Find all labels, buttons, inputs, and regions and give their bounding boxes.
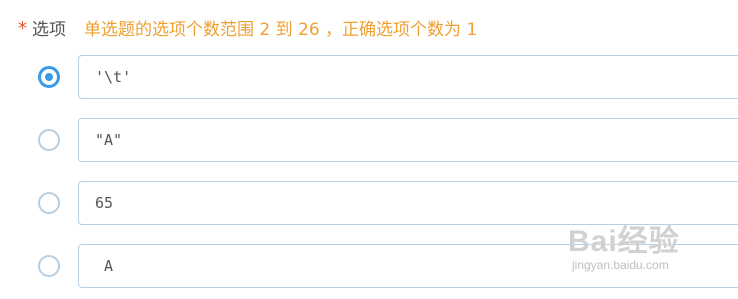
option-row-2: "A" <box>0 118 738 162</box>
option-radio-3[interactable] <box>38 192 60 214</box>
option-radio-2[interactable] <box>38 129 60 151</box>
option-input-2[interactable]: "A" <box>78 118 738 162</box>
option-input-4[interactable]: A <box>78 244 738 288</box>
option-row-4: A <box>0 244 738 288</box>
option-radio-1[interactable] <box>38 66 60 88</box>
option-radio-4[interactable] <box>38 255 60 277</box>
options-hint: 单选题的选项个数范围 2 到 26 ，正确选项个数为 1 <box>84 19 478 40</box>
required-mark: * <box>18 17 27 39</box>
option-row-3: 65 <box>0 181 738 225</box>
option-row-1: '\t' <box>0 55 738 99</box>
options-editor: * 选项 单选题的选项个数范围 2 到 26 ，正确选项个数为 1 '\t' "… <box>0 0 738 299</box>
options-header: * 选项 单选题的选项个数范围 2 到 26 ，正确选项个数为 1 <box>18 13 477 41</box>
radio-dot-icon <box>45 73 53 81</box>
option-input-3[interactable]: 65 <box>78 181 738 225</box>
option-input-1[interactable]: '\t' <box>78 55 738 99</box>
options-label: 选项 <box>32 19 66 40</box>
